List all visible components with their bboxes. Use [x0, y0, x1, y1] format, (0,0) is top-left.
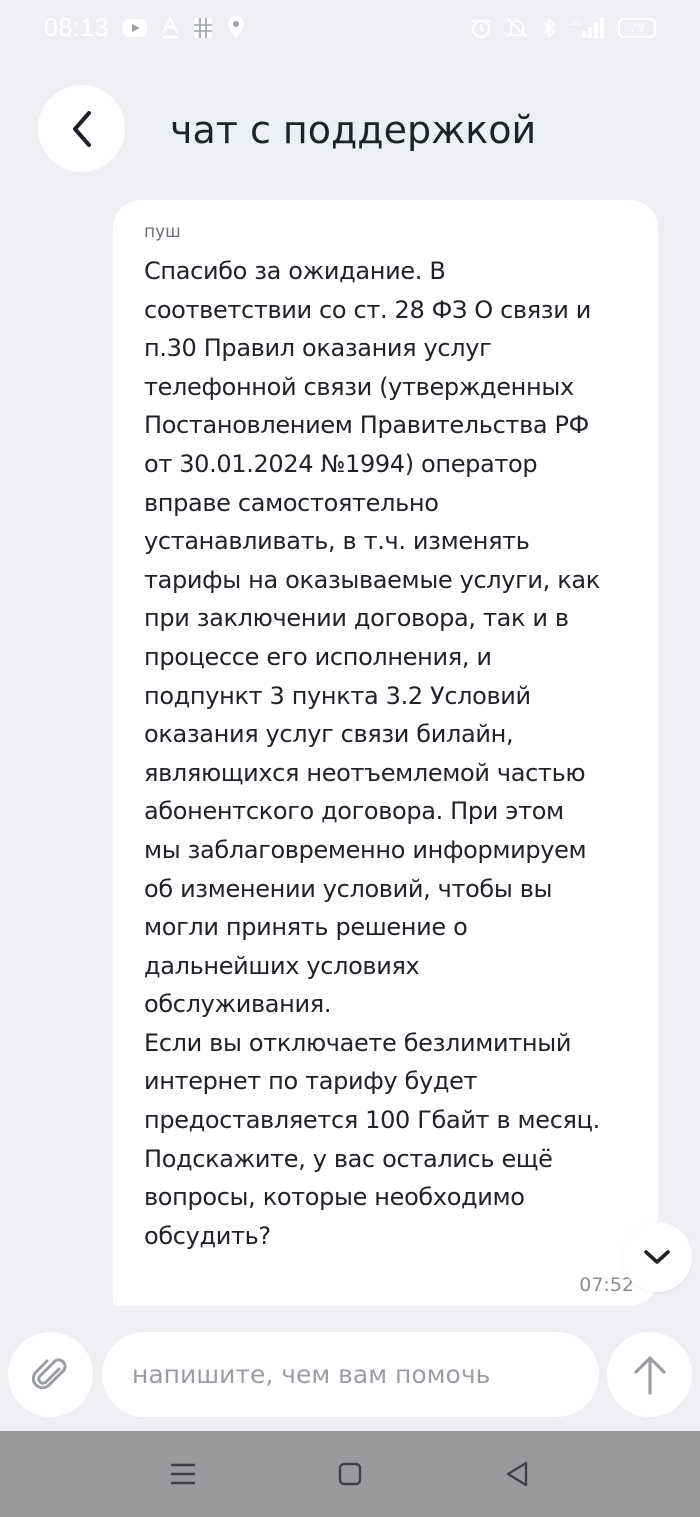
- font-icon: [161, 17, 179, 39]
- scroll-down-button[interactable]: [622, 1222, 692, 1292]
- message-text: Спасибо за ожидание. В соответствии со ст…: [144, 252, 638, 1255]
- back-triangle-icon: [505, 1461, 529, 1487]
- message-line: Подскажите, у вас остались ещё: [144, 1144, 553, 1173]
- message-line: интернет по тарифу будет: [144, 1067, 478, 1096]
- message-timestamp: 07:52: [579, 1274, 634, 1296]
- status-bar: 08:13 4G 79: [0, 0, 700, 56]
- message-line: от 30.01.2024 №1994) оператор: [144, 449, 538, 478]
- chevron-left-icon: [69, 109, 95, 149]
- message-line: вправе самостоятельно: [144, 488, 439, 517]
- bluetooth-icon: [542, 17, 556, 39]
- alarm-icon: [470, 17, 492, 39]
- message-line: устанавливать, в т.ч. изменять: [144, 527, 530, 556]
- message-line: мы заблаговременно информируем: [144, 835, 587, 864]
- message-line: дальнейших условиях: [144, 951, 420, 980]
- youtube-icon: [123, 19, 148, 37]
- chevron-down-icon: [643, 1248, 671, 1266]
- page-title: чат с поддержкой: [170, 108, 537, 152]
- message-line: п.30 Правил оказания услуг: [144, 334, 492, 363]
- message-line: процессе его исполнения, и: [144, 642, 492, 671]
- status-right: 4G 79: [470, 17, 656, 39]
- attach-button[interactable]: [8, 1332, 93, 1417]
- message-line: Спасибо за ожидание. В: [144, 257, 446, 285]
- status-left: 08:13: [44, 14, 245, 43]
- message-line: являющихся неотъемлемой частью: [144, 758, 586, 787]
- message-line: Если вы отключаете безлимитный: [144, 1028, 572, 1057]
- message-line: при заключении договора, так и в: [144, 604, 569, 633]
- location-icon: [227, 16, 245, 40]
- system-nav-bar: [0, 1431, 700, 1517]
- message-line: предоставляется 100 Гбайт в месяц.: [144, 1106, 600, 1135]
- home-button[interactable]: [310, 1431, 390, 1517]
- status-time: 08:13: [44, 13, 110, 42]
- send-button[interactable]: [607, 1332, 692, 1417]
- message-line: подпункт 3 пункта 3.2 Условий: [144, 681, 531, 710]
- system-back-button[interactable]: [477, 1431, 557, 1517]
- svg-text:4G: 4G: [570, 19, 581, 28]
- arrow-up-icon: [633, 1355, 667, 1395]
- message-line: соответствии со ст. 28 ФЗ О связи и: [144, 295, 591, 324]
- message-line: обслуживания.: [144, 990, 332, 1019]
- message-line: телефонной связи (утвержденных: [144, 372, 574, 401]
- message-line: обсудить?: [144, 1221, 271, 1250]
- message-line: абонентского договора. При этом: [144, 797, 564, 826]
- message-line: тарифы на оказываемые услуги, как: [144, 565, 600, 594]
- recent-apps-button[interactable]: [143, 1431, 223, 1517]
- message-line: вопросы, которые необходимо: [144, 1183, 525, 1212]
- mute-icon: [506, 17, 528, 39]
- message-sender: пуш: [144, 222, 181, 242]
- paperclip-icon: [31, 1356, 70, 1394]
- home-square-icon: [338, 1462, 362, 1486]
- battery-icon: 79: [618, 18, 656, 38]
- message-line: могли принять решение о: [144, 913, 468, 942]
- chat-screen: 08:13 4G 79 чат с поддержкой пуш Спасибо…: [0, 0, 700, 1517]
- back-button[interactable]: [38, 85, 125, 172]
- signal-icon: 4G: [570, 17, 604, 39]
- message-line: оказания услуг связи билайн,: [144, 720, 514, 749]
- message-input[interactable]: [102, 1332, 599, 1417]
- message-bubble: пуш Спасибо за ожидание. В соответствии с…: [113, 200, 658, 1306]
- message-line: Постановлением Правительства РФ: [144, 411, 589, 440]
- app-grid-icon: [193, 17, 213, 39]
- message-line: об изменении условий, чтобы вы: [144, 874, 553, 903]
- menu-icon: [170, 1462, 196, 1486]
